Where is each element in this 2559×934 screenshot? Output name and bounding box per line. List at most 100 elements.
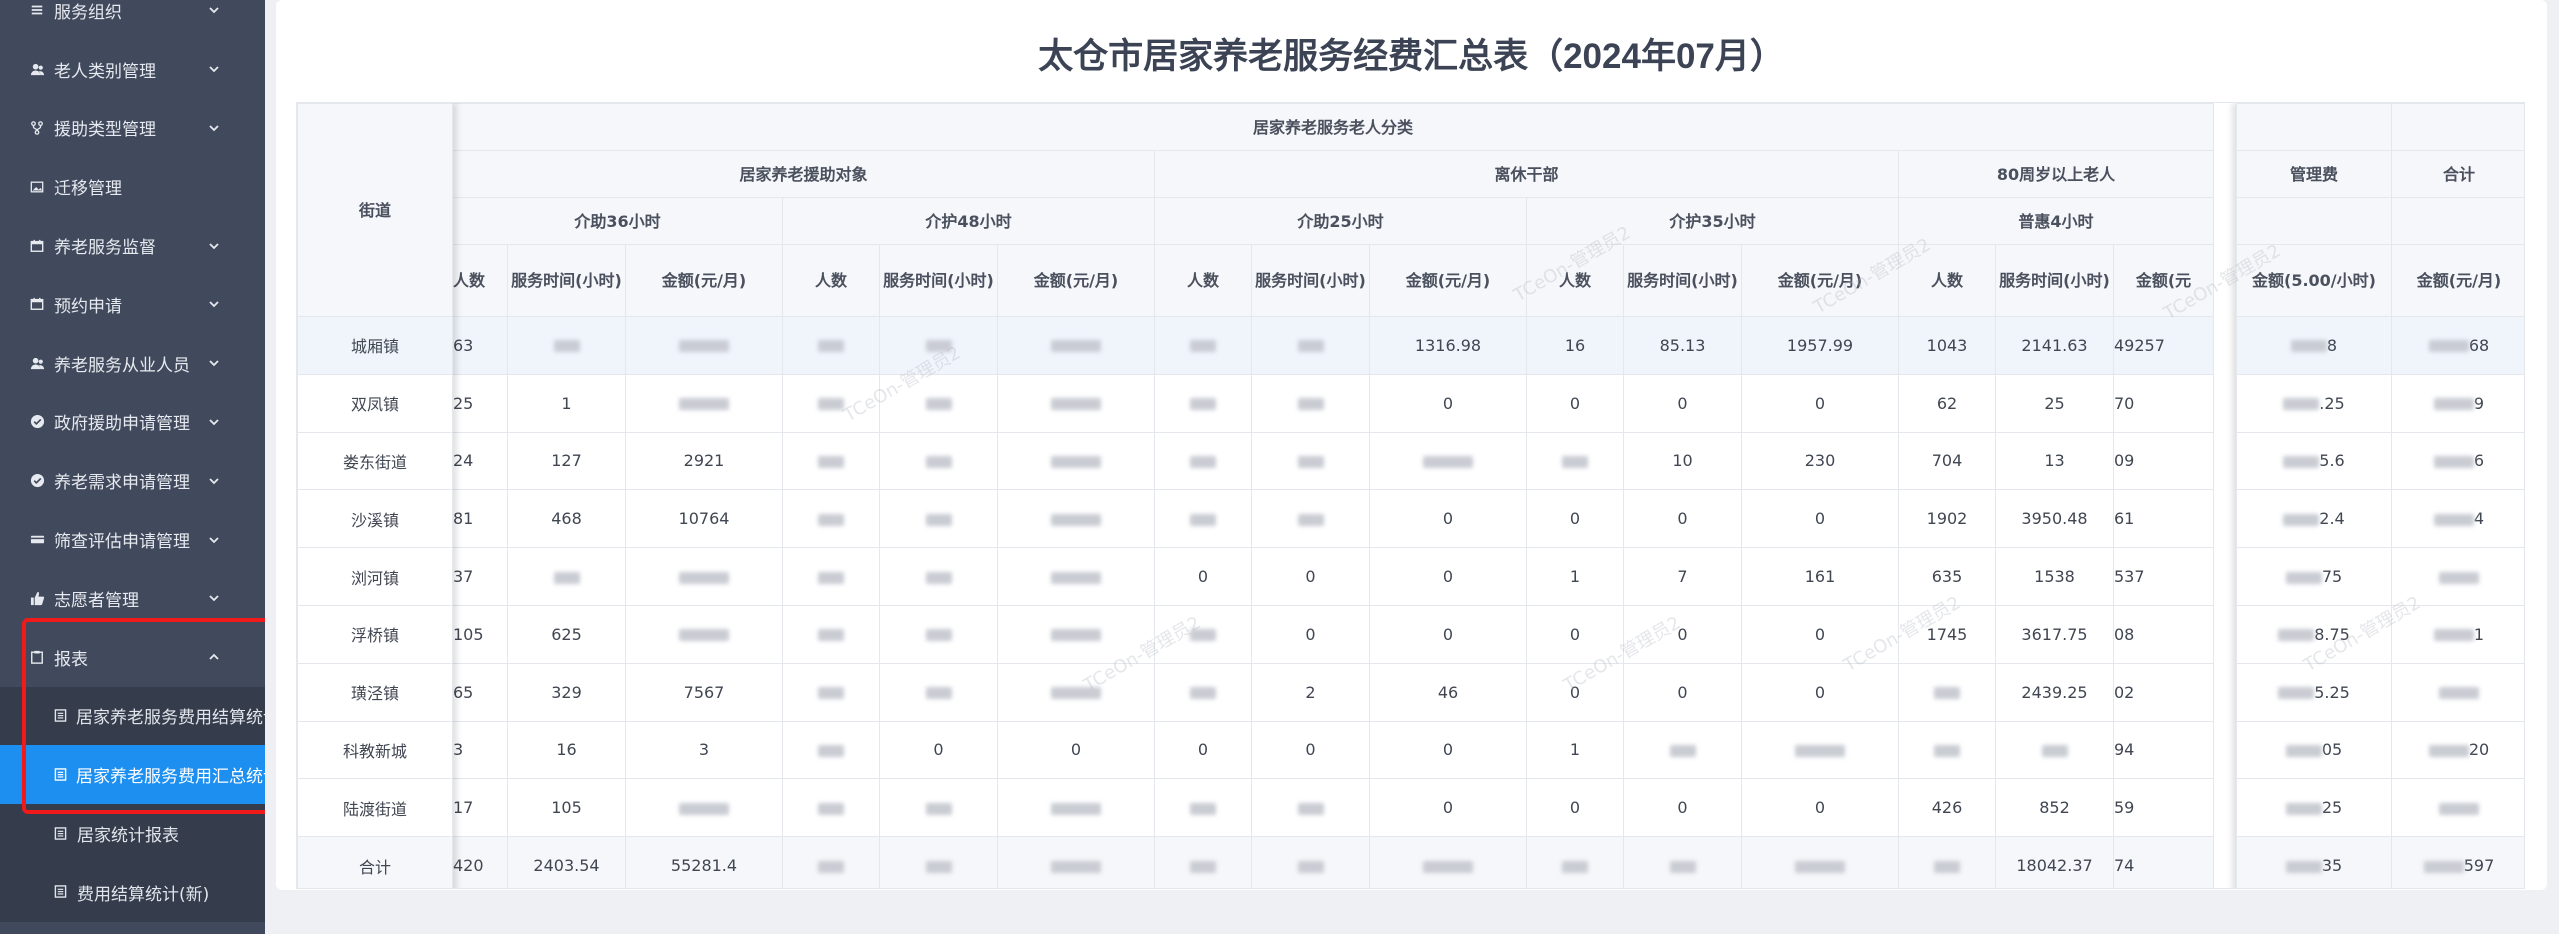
total-amount-cell: 4 <box>2391 489 2524 549</box>
table-cell: 537 <box>2113 547 2214 606</box>
sidebar-item-label: 报表 <box>54 649 88 670</box>
table-cell: 0 <box>1251 720 1370 780</box>
table-cell: 65 <box>452 662 508 722</box>
table-cell <box>1251 373 1370 433</box>
sidebar-item-label: 老人类别管理 <box>54 61 156 82</box>
table-cell <box>507 547 626 606</box>
sidebar-item-label: 养老服务监督 <box>54 238 156 259</box>
report-table: 居家养老服务老人分类 居家养老援助对象 离休干部 80周岁以上老人 介助36小时… <box>296 102 2525 889</box>
thumbs-up-icon <box>29 590 45 606</box>
sidebar-item[interactable]: 养老服务监督 <box>0 216 265 275</box>
total-amount-cell: 9 <box>2391 373 2524 433</box>
table-cell <box>1898 662 1996 722</box>
table-cell: 08 <box>2113 604 2214 664</box>
total-amount-cell: 6 <box>2391 431 2524 491</box>
table-cell <box>1623 720 1742 780</box>
table-cell: 74 <box>2113 836 2214 888</box>
sidebar-item[interactable]: 报表 <box>0 628 265 687</box>
header-street: 街道 <box>297 103 453 317</box>
table-cell: 0 <box>1369 720 1527 780</box>
header-group-aid: 居家养老援助对象 <box>452 150 1155 198</box>
table-cell: 62 <box>1898 373 1996 433</box>
table-cell <box>1526 431 1624 491</box>
report-panel: 太仓市居家养老服务经费汇总表（2024年07月） 居家养老服务老人分类 居家养老… <box>276 0 2547 890</box>
table-cell <box>1526 836 1624 888</box>
table-cell: 105 <box>507 778 626 838</box>
table-cell <box>625 547 783 606</box>
street-cell: 科教新城 <box>297 720 453 780</box>
table-cell <box>879 373 998 433</box>
header-people: 人数 <box>782 244 880 317</box>
sidebar-subitem[interactable]: 居家统计报表 <box>0 804 265 863</box>
sidebar-item[interactable]: 老人类别管理 <box>0 40 265 99</box>
table-cell: 13 <box>1995 431 2114 491</box>
sidebar-item[interactable]: 服务组织 <box>0 0 265 40</box>
sidebar-subitem[interactable]: 费用结算统计(新) <box>0 863 265 922</box>
users-icon <box>29 61 45 77</box>
sidebar-subitem[interactable]: 居家养老服务费用结算统计 <box>0 687 265 746</box>
chevron-up-icon <box>206 649 222 665</box>
sidebar-subitem[interactable]: 居家养老服务费用汇总统计 <box>0 745 265 805</box>
sidebar-item[interactable]: 预约申请 <box>0 275 265 334</box>
sidebar-item[interactable]: 政府援助申请管理 <box>0 393 265 452</box>
table-cell: 10 <box>1623 431 1742 491</box>
users-icon <box>29 355 45 371</box>
table-cell: 16 <box>507 720 626 780</box>
sidebar-menu: 服务组织老人类别管理援助类型管理 迁移管理养老服务监督预约申请 养老服务从业人员 政府… <box>0 0 265 922</box>
table-cell <box>1623 836 1742 888</box>
table-cell <box>879 431 998 491</box>
table-cell <box>1154 373 1252 433</box>
chevron-down-icon <box>206 120 222 136</box>
table-cell: 17 <box>452 778 508 838</box>
header-group-retired: 离休干部 <box>1154 150 1899 198</box>
sidebar-item[interactable]: 援助类型管理 <box>0 99 265 158</box>
sidebar-item[interactable]: 志愿者管理 <box>0 569 265 628</box>
doc-icon <box>54 709 67 723</box>
header-people: 人数 <box>1154 244 1252 317</box>
table-cell: 0 <box>1251 547 1370 606</box>
table-cell: 1 <box>507 373 626 433</box>
table-cell <box>782 547 880 606</box>
sidebar-item[interactable]: 养老服务从业人员 <box>0 334 265 393</box>
doc-icon <box>54 885 68 899</box>
management-fee-cell: 5.25 <box>2236 662 2392 722</box>
header-sub-care48: 介护48小时 <box>782 197 1155 245</box>
total-amount-cell <box>2391 547 2524 606</box>
table-row: 420 2403.54 55281.4 18042.37 74 <box>452 836 2214 888</box>
sidebar-item[interactable]: 筛查评估申请管理 <box>0 510 265 569</box>
total-amount-cell <box>2391 778 2524 838</box>
chevron-down-icon <box>206 296 222 312</box>
table-cell: 105 <box>452 604 508 664</box>
street-cell: 浏河镇 <box>297 547 453 606</box>
table-row: 3 16 3 0 0 0 0 0 1 94 <box>452 720 2214 780</box>
table-cell <box>782 431 880 491</box>
sidebar-item[interactable]: 迁移管理 <box>0 157 265 216</box>
table-cell <box>1154 604 1252 664</box>
table-cell <box>782 604 880 664</box>
table-row: 105 625 0 0 0 0 0 1745 3617.75 08 <box>452 604 2214 664</box>
table-cell <box>1741 836 1899 888</box>
header-management-amount: 金额(5.00/小时) <box>2236 244 2392 317</box>
table-cell <box>879 316 998 375</box>
table-cell <box>1995 720 2114 780</box>
table-cell <box>1369 836 1527 888</box>
table-cell: 2921 <box>625 431 783 491</box>
header-hours: 服务时间(小时) <box>1623 244 1742 317</box>
table-cell: 0 <box>1526 604 1624 664</box>
header-sub-universal4: 普惠4小时 <box>1898 197 2214 245</box>
table-cell <box>997 431 1155 491</box>
sidebar-subitem-label: 居家统计报表 <box>77 826 179 847</box>
sidebar-item[interactable]: 养老需求申请管理 <box>0 451 265 510</box>
table-cell <box>1741 720 1899 780</box>
table-cell: 0 <box>1623 489 1742 549</box>
table-cell: 24 <box>452 431 508 491</box>
table-cell <box>1898 720 1996 780</box>
table-row: 37 0 0 0 1 7 161 635 1538 537 <box>452 547 2214 606</box>
header-sub-assist25: 介助25小时 <box>1154 197 1527 245</box>
table-cell <box>782 489 880 549</box>
table-cell: 1902 <box>1898 489 1996 549</box>
doc-icon <box>54 767 67 782</box>
table-cell <box>625 778 783 838</box>
table-cell: 61 <box>2113 489 2214 549</box>
card-icon <box>29 532 45 548</box>
